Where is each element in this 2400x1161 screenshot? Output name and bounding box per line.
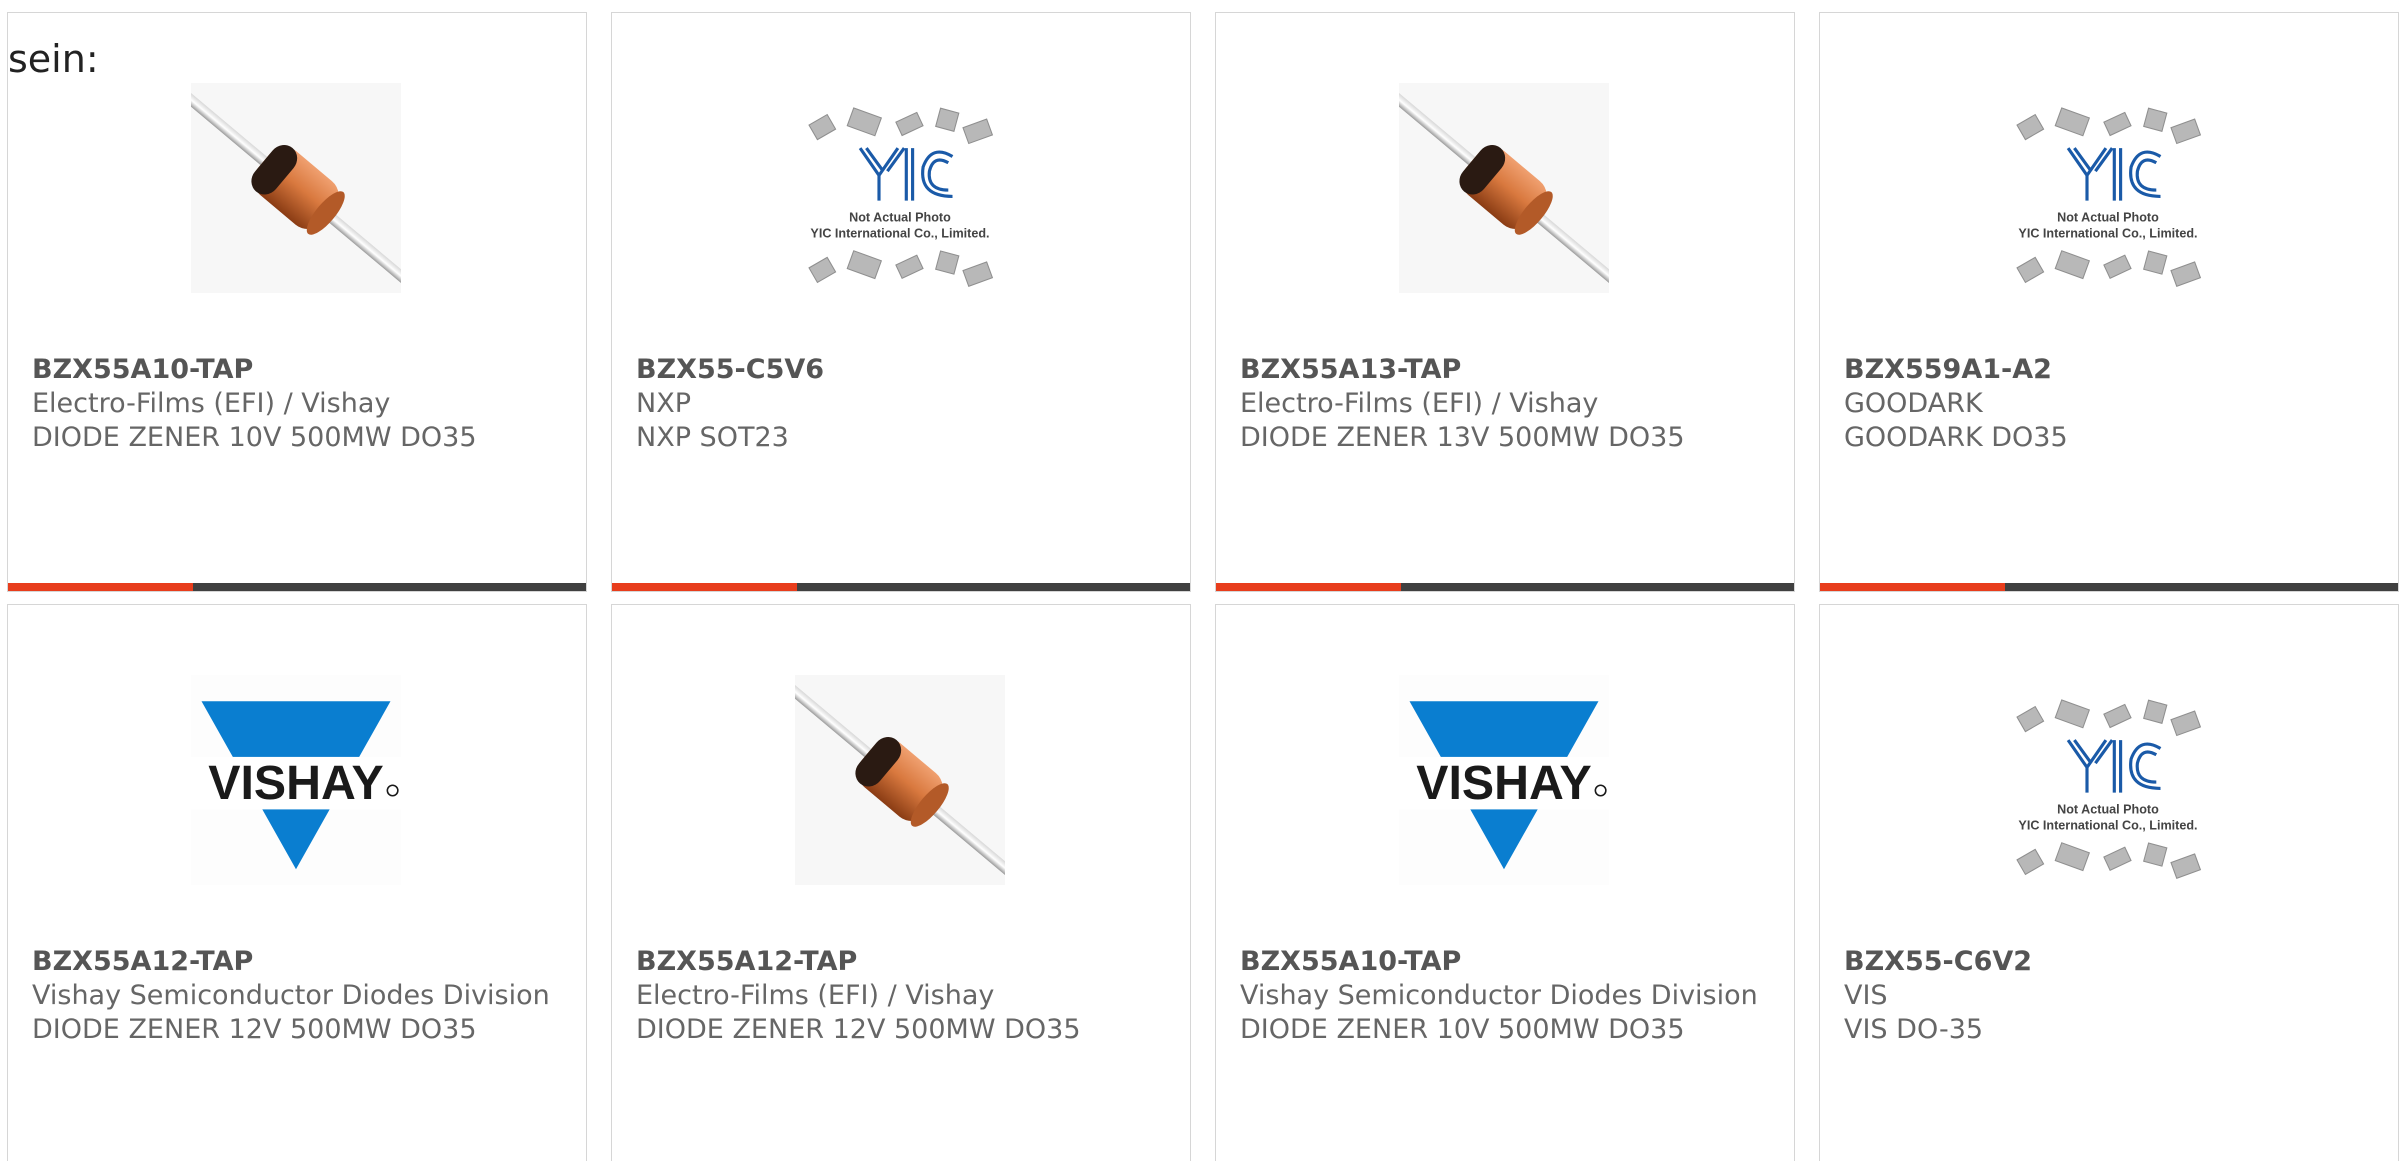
description-label: DIODE ZENER 10V 500MW DO35 [32,422,477,453]
part-number-link[interactable]: BZX55A12-TAP [636,945,1170,979]
image-caption-line2: YIC International Co., Limited. [2018,818,2197,832]
image-caption-line1: Not Actual Photo [849,211,951,225]
product-image[interactable] [1399,83,1609,293]
product-image[interactable] [795,675,1005,885]
description-label: DIODE ZENER 12V 500MW DO35 [636,1014,1081,1045]
diode-image [191,83,401,293]
card-progress-bar [1216,583,1794,591]
product-image[interactable]: VISHAY [1399,675,1609,885]
image-caption-line1: Not Actual Photo [2057,803,2159,817]
vishay-logo-text: VISHAY [208,756,383,810]
card-progress-bar [1820,583,2398,591]
product-card[interactable]: BZX55A12-TAP Electro-Films (EFI) / Vishay… [611,604,1191,1161]
product-image[interactable]: Not Actual Photo YIC International Co., … [2003,83,2213,293]
part-number-link[interactable]: BZX55-C6V2 [1844,945,2378,979]
description-label: DIODE ZENER 13V 500MW DO35 [1240,422,1685,453]
description-label: VIS DO-35 [1844,1014,1984,1045]
product-image[interactable]: VISHAY [191,675,401,885]
image-caption-line1: Not Actual Photo [2057,211,2159,225]
product-card[interactable]: BZX55A13-TAP Electro-Films (EFI) / Vishay… [1215,12,1795,592]
manufacturer-label: NXP [636,388,691,419]
yic-placeholder-image: Not Actual Photo YIC International Co., … [2003,675,2213,885]
manufacturer-label: Vishay Semiconductor Diodes Division [1240,980,1758,1011]
product-grid-page: sein: BZX55A10-TAP Electro-Films (EFI) / … [0,0,2400,1161]
image-caption-line2: YIC International Co., Limited. [810,226,989,240]
part-number-link[interactable]: BZX55A12-TAP [32,945,566,979]
part-number-link[interactable]: BZX55A10-TAP [1240,945,1774,979]
product-card[interactable]: BZX55A10-TAP Electro-Films (EFI) / Vishay… [7,12,587,592]
yic-placeholder-image: Not Actual Photo YIC International Co., … [795,83,1005,293]
card-progress-bar [612,583,1190,591]
product-info: BZX55A12-TAP Electro-Films (EFI) / Vishay… [636,945,1170,1047]
manufacturer-label: Electro-Films (EFI) / Vishay [1240,388,1599,419]
card-progress-accent [1216,583,1401,591]
description-label: GOODARK DO35 [1844,422,2068,453]
product-info: BZX55A10-TAP Electro-Films (EFI) / Vishay… [32,353,566,455]
product-card[interactable]: VISHAY BZX55A12-TAP Vishay Semiconductor … [7,604,587,1161]
product-card[interactable]: Not Actual Photo YIC International Co., … [1819,604,2399,1161]
product-card[interactable]: VISHAY BZX55A10-TAP Vishay Semiconductor … [1215,604,1795,1161]
vishay-logo-icon: VISHAY [191,675,401,885]
part-number-link[interactable]: BZX55A10-TAP [32,353,566,387]
manufacturer-label: VIS [1844,980,1888,1011]
manufacturer-label: Electro-Films (EFI) / Vishay [32,388,391,419]
product-info: BZX559A1-A2 GOODARK GOODARK DO35 [1844,353,2378,455]
product-card[interactable]: Not Actual Photo YIC International Co., … [611,12,1191,592]
part-number-link[interactable]: BZX55A13-TAP [1240,353,1774,387]
product-info: BZX55A13-TAP Electro-Films (EFI) / Vishay… [1240,353,1774,455]
diode-image [795,675,1005,885]
intro-text: sein: [8,37,99,81]
part-number-link[interactable]: BZX559A1-A2 [1844,353,2378,387]
description-label: NXP SOT23 [636,422,789,453]
product-image[interactable] [191,83,401,293]
part-number-link[interactable]: BZX55-C5V6 [636,353,1170,387]
yic-placeholder-image: Not Actual Photo YIC International Co., … [2003,83,2213,293]
description-label: DIODE ZENER 10V 500MW DO35 [1240,1014,1685,1045]
vishay-logo-icon: VISHAY [1399,675,1609,885]
card-progress-accent [612,583,797,591]
card-progress-accent [8,583,193,591]
product-image[interactable]: Not Actual Photo YIC International Co., … [2003,675,2213,885]
diode-image [1399,83,1609,293]
product-info: BZX55A10-TAP Vishay Semiconductor Diodes … [1240,945,1774,1047]
product-grid: BZX55A10-TAP Electro-Films (EFI) / Vishay… [7,12,2399,1161]
manufacturer-label: Vishay Semiconductor Diodes Division [32,980,550,1011]
product-card[interactable]: Not Actual Photo YIC International Co., … [1819,12,2399,592]
description-label: DIODE ZENER 12V 500MW DO35 [32,1014,477,1045]
card-progress-bar [8,583,586,591]
product-info: BZX55-C6V2 VIS VIS DO-35 [1844,945,2378,1047]
card-progress-accent [1820,583,2005,591]
product-info: BZX55-C5V6 NXP NXP SOT23 [636,353,1170,455]
manufacturer-label: GOODARK [1844,388,1983,419]
image-caption-line2: YIC International Co., Limited. [2018,226,2197,240]
product-info: BZX55A12-TAP Vishay Semiconductor Diodes … [32,945,566,1047]
product-image[interactable]: Not Actual Photo YIC International Co., … [795,83,1005,293]
vishay-logo-text: VISHAY [1416,756,1591,810]
manufacturer-label: Electro-Films (EFI) / Vishay [636,980,995,1011]
